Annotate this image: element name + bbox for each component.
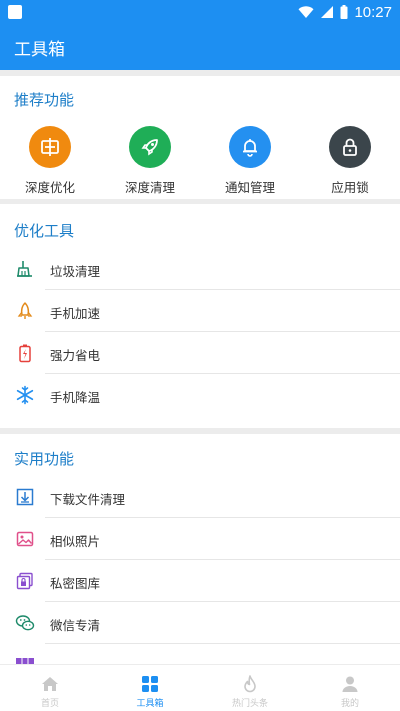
recommended-section-title: 推荐功能 (14, 91, 75, 109)
divider (0, 70, 400, 76)
rec-circle (129, 126, 171, 168)
list-item-label: 下载文件清理 (50, 492, 126, 507)
list-item-label: 垃圾清理 (50, 264, 101, 279)
nav-label: 热门头条 (231, 699, 268, 709)
image-icon (16, 531, 34, 547)
notification-square-icon (8, 5, 22, 19)
rec-item-deep-clean[interactable]: 深度清理 (100, 126, 200, 196)
rec-item-notification-manage[interactable]: 通知管理 (200, 126, 300, 196)
app-bar: 工具箱 (0, 24, 400, 70)
list-item-similar-photos[interactable]: 相似照片 (0, 518, 400, 560)
list-item-phone-speedup[interactable]: 手机加速 (0, 290, 400, 332)
rec-label: 应用锁 (331, 180, 369, 195)
rec-circle (229, 126, 271, 168)
list-item-label: 私密图库 (50, 576, 101, 591)
rec-circle (29, 126, 71, 168)
list-item-label: 手机降温 (50, 390, 101, 405)
broom-icon (17, 261, 32, 277)
list-item-label: 手机加速 (50, 306, 101, 321)
battery-status-icon (340, 5, 348, 19)
chip-icon (41, 138, 59, 156)
nav-item-mine[interactable]: 我的 (300, 665, 400, 711)
lock-icon (343, 138, 357, 156)
grid-icon (142, 676, 158, 692)
status-right: 10:27 (298, 2, 392, 22)
nav-item-hot-news[interactable]: 热门头条 (200, 665, 300, 711)
optimize-section-title: 优化工具 (14, 222, 75, 240)
rocket-icon (141, 139, 158, 156)
list-item-private-gallery[interactable]: 私密图库 (0, 560, 400, 602)
nav-label: 我的 (340, 699, 359, 709)
nav-label: 首页 (40, 699, 59, 709)
wechat-icon (15, 615, 35, 631)
list-item-download-clean[interactable]: 下载文件清理 (0, 476, 400, 518)
divider (0, 428, 400, 434)
flame-icon (244, 675, 256, 693)
bell-icon (243, 139, 257, 157)
divider (0, 199, 400, 204)
rec-circle (329, 126, 371, 168)
rocket-outline-icon (17, 302, 33, 319)
rec-label: 深度清理 (124, 180, 175, 195)
list-item-phone-cooling[interactable]: 手机降温 (0, 374, 400, 416)
nav-item-home[interactable]: 首页 (0, 665, 100, 711)
home-icon (42, 677, 58, 691)
signal-icon (321, 6, 334, 18)
page-title: 工具箱 (14, 40, 65, 60)
nav-item-toolbox[interactable]: 工具箱 (100, 665, 200, 711)
list-item-power-saving[interactable]: 强力省电 (0, 332, 400, 374)
list-item-junk-clean[interactable]: 垃圾清理 (0, 248, 400, 290)
rec-label: 深度优化 (24, 180, 75, 195)
list-item-wechat-clean[interactable]: 微信专清 (0, 602, 400, 644)
list-item-label: 微信专清 (50, 618, 101, 633)
status-bar: 10:27 (0, 0, 400, 24)
bottom-nav: 首页 工具箱 热门头条 我的 (0, 664, 400, 711)
rec-item-app-lock[interactable]: 应用锁 (300, 126, 400, 196)
status-time: 10:27 (354, 3, 392, 21)
wifi-icon (298, 6, 314, 18)
private-gallery-icon (16, 572, 33, 590)
row-divider (45, 643, 400, 644)
list-item-label: 相似照片 (50, 534, 101, 549)
rec-label: 通知管理 (224, 180, 275, 195)
practical-section-title: 实用功能 (14, 450, 75, 468)
list-item-label: 强力省电 (50, 348, 101, 363)
rec-item-deep-optimize[interactable]: 深度优化 (0, 126, 100, 196)
nav-label: 工具箱 (136, 699, 164, 709)
snowflake-icon (16, 385, 34, 405)
person-icon (342, 676, 358, 692)
battery-icon (19, 344, 31, 363)
download-icon (16, 488, 34, 506)
